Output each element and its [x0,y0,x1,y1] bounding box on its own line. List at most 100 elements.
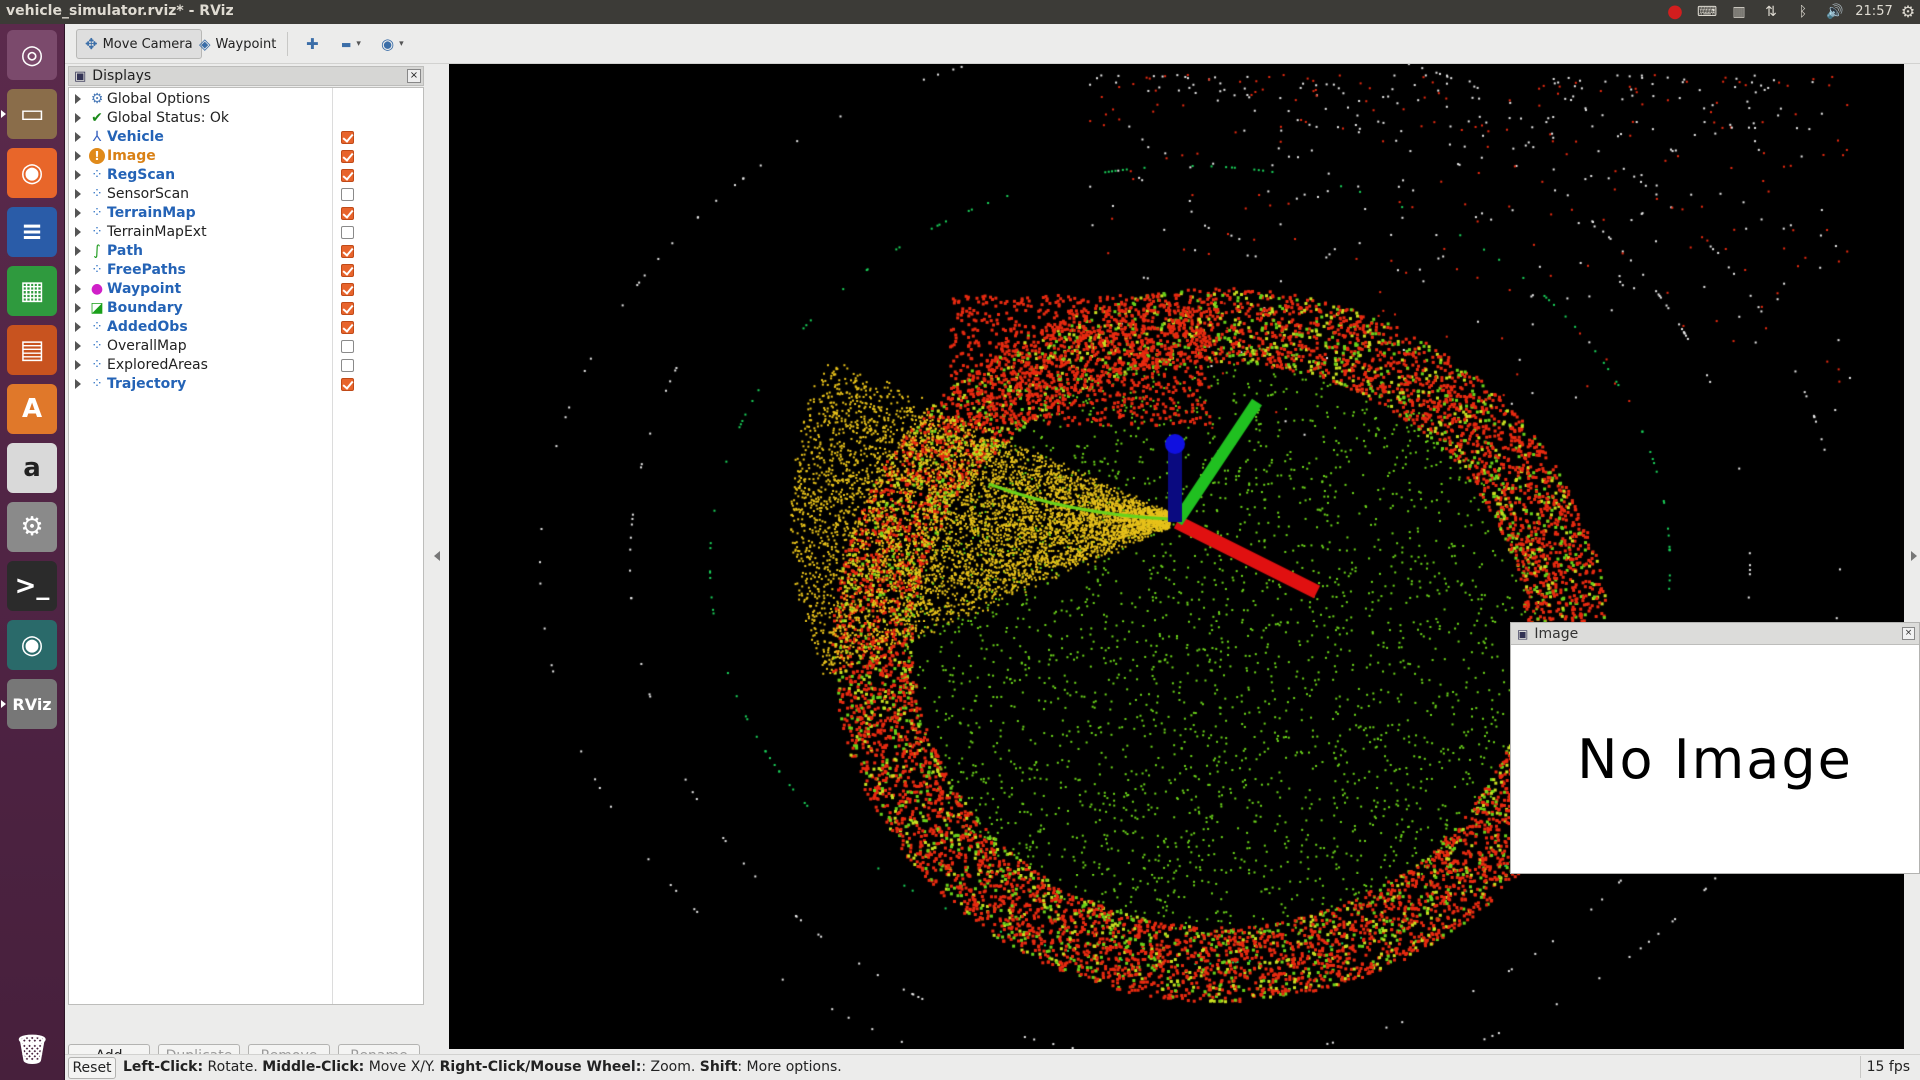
enable-checkbox[interactable] [341,359,354,372]
collapse-right-arrow-icon[interactable] [1911,551,1917,561]
impress-icon[interactable]: ▤ [7,325,57,375]
display-item-label: RegScan [107,167,176,183]
expand-arrow-icon[interactable] [75,227,81,237]
software-center-icon[interactable]: A [7,384,57,434]
display-item-label: ExploredAreas [107,357,208,373]
firefox-icon[interactable]: ◉ [7,148,57,198]
writer-icon[interactable]: ≡ [7,207,57,257]
expand-arrow-icon[interactable] [75,360,81,370]
enable-checkbox[interactable] [341,302,354,315]
rviz-icon[interactable]: RViz [1,679,57,729]
close-icon[interactable]: × [1902,627,1915,640]
expand-arrow-icon[interactable] [75,208,81,218]
display-item-vehicle[interactable]: ⅄ Vehicle [69,128,423,147]
running-indicator [1,700,6,708]
ubuntu-dash-icon[interactable]: ◎ [7,30,57,80]
expand-arrow-icon[interactable] [75,265,81,275]
hint-part: : More options. [737,1059,842,1075]
status-hint: Left-Click: Rotate. Middle-Click: Move X… [123,1059,842,1075]
amazon-icon[interactable]: a [7,443,57,493]
bluetooth-icon[interactable]: ᛒ [1790,2,1816,22]
axes-icon: ⅄ [92,129,102,145]
display-item-freepaths[interactable]: ⁘ FreePaths [69,261,423,280]
enable-checkbox[interactable] [341,340,354,353]
point-cloud-render[interactable] [449,64,1904,1049]
pointcloud-icon: ⁘ [91,357,103,373]
display-item-exploredareas[interactable]: ⁘ ExploredAreas [69,356,423,375]
expand-arrow-icon[interactable] [75,322,81,332]
terminal-icon[interactable]: >_ [7,561,57,611]
display-item-regscan[interactable]: ⁘ RegScan [69,166,423,185]
record-icon[interactable]: ● [1662,2,1688,22]
point-icon: ● [90,281,104,297]
expand-arrow-icon[interactable] [75,151,81,161]
expand-arrow-icon[interactable] [75,246,81,256]
files-icon[interactable]: ▭ [1,89,57,139]
expand-arrow-icon[interactable] [75,113,81,123]
pointcloud-icon: ⁘ [91,376,103,392]
enable-checkbox[interactable] [341,188,354,201]
display-item-boundary[interactable]: ◪ Boundary [69,299,423,318]
expand-arrow-icon[interactable] [75,94,81,104]
displays-title: Displays [92,68,152,84]
right-splitter[interactable] [1906,65,1920,1049]
waypoint-tool[interactable]: ◈ Waypoint [190,29,285,59]
close-icon[interactable]: × [407,69,421,83]
display-item-global-options[interactable]: ⚙ Global Options [69,90,423,109]
launcher: ◎ ▭ ◉ ≡ ▦ ▤ Aa ⚙ >_ ◉ RViz 🗑 [0,24,65,1080]
add-tool-button[interactable]: ✚ [297,29,328,59]
display-item-terrainmap[interactable]: ⁘ TerrainMap [69,204,423,223]
expand-arrow-icon[interactable] [75,341,81,351]
settings-gear-icon[interactable]: ⚙ [1898,2,1918,22]
expand-arrow-icon[interactable] [75,303,81,313]
system-settings-icon[interactable]: ⚙ [7,502,57,552]
reset-button[interactable]: Reset [68,1057,116,1079]
view-tool-button[interactable]: ◉ ▾ [372,29,413,59]
enable-checkbox[interactable] [341,321,354,334]
display-item-terrainmapext[interactable]: ⁘ TerrainMapExt [69,223,423,242]
expand-arrow-icon[interactable] [75,284,81,294]
display-item-waypoint[interactable]: ● Waypoint [69,280,423,299]
collapse-left-arrow-icon[interactable] [434,551,440,561]
calc-icon[interactable]: ▦ [7,266,57,316]
enable-checkbox[interactable] [341,169,354,182]
enable-checkbox[interactable] [341,245,354,258]
enable-checkbox[interactable] [341,283,354,296]
camera-icon[interactable]: ◉ [7,620,57,670]
display-item-sensorscan[interactable]: ⁘ SensorScan [69,185,423,204]
hint-part: : Zoom. [641,1059,700,1075]
volume-icon[interactable]: 🔊 [1822,2,1848,22]
display-item-overallmap[interactable]: ⁘ OverallMap [69,337,423,356]
move-camera-tool[interactable]: ✥ Move Camera [76,29,202,59]
network-icon[interactable]: ⇅ [1758,2,1784,22]
hint-part: Move X/Y. [364,1059,440,1075]
render-viewport[interactable] [449,64,1904,1049]
expand-arrow-icon[interactable] [75,132,81,142]
trash-icon[interactable]: 🗑 [7,1024,57,1074]
impress-icon-glyph: ▤ [19,335,45,365]
enable-checkbox[interactable] [341,150,354,163]
display-item-path[interactable]: ∫ Path [69,242,423,261]
display-item-addedobs[interactable]: ⁘ AddedObs [69,318,423,337]
enable-checkbox[interactable] [341,264,354,277]
expand-arrow-icon[interactable] [75,189,81,199]
enable-checkbox[interactable] [341,207,354,220]
display-item-trajectory[interactable]: ⁘ Trajectory [69,375,423,394]
remove-tool-button[interactable]: ▬ ▾ [332,29,370,59]
left-splitter[interactable] [431,65,445,1049]
enable-checkbox[interactable] [341,378,354,391]
pointcloud-icon: ⁘ [91,224,103,240]
display-item-global-status-ok[interactable]: ✔ Global Status: Ok [69,109,423,128]
hint-part: Left-Click: [123,1059,204,1075]
system-settings-icon-glyph: ⚙ [20,512,44,542]
input-method-icon[interactable]: ▥ [1726,2,1752,22]
expand-arrow-icon[interactable] [75,170,81,180]
keyboard-icon[interactable]: ⌨ [1694,2,1720,22]
enable-checkbox[interactable] [341,131,354,144]
expand-arrow-icon[interactable] [75,379,81,389]
files-icon-glyph: ▭ [19,99,45,129]
clock[interactable]: 21:57 [1852,2,1896,22]
warning-icon: ! [89,148,105,164]
enable-checkbox[interactable] [341,226,354,239]
display-item-image[interactable]: ! Image [69,147,423,166]
